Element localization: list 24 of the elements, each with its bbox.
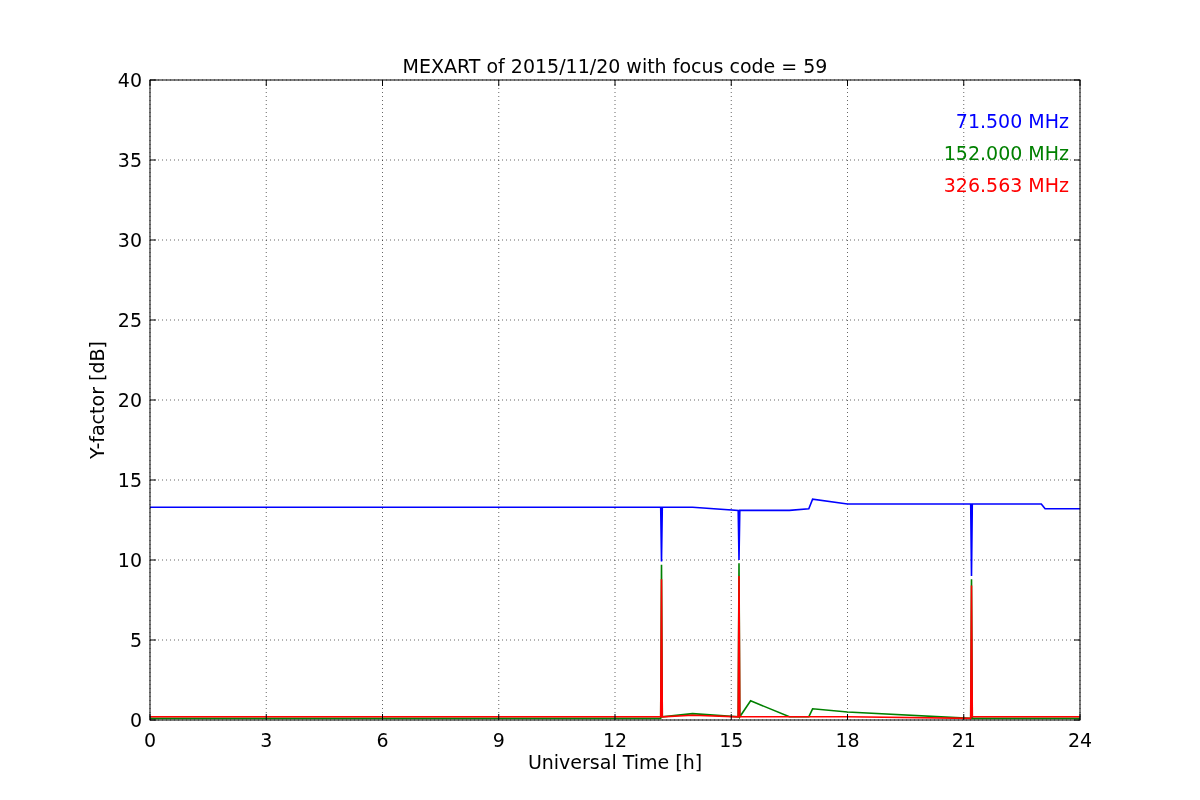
x-tick-label: 24 <box>1067 729 1093 751</box>
y-tick-label: 20 <box>117 389 142 411</box>
legend-label: 71.500 MHz <box>955 110 1069 132</box>
x-tick-label: 18 <box>835 729 860 751</box>
x-tick-label: 3 <box>260 729 273 751</box>
x-tick-label: 15 <box>719 729 744 751</box>
x-tick-label: 0 <box>143 729 157 751</box>
legend-label: 152.000 MHz <box>943 142 1069 164</box>
y-tick-label: 40 <box>117 69 142 91</box>
x-axis-label: Universal Time [h] <box>527 751 703 773</box>
legend-label: 326.563 MHz <box>943 174 1069 196</box>
x-tick-label: 6 <box>376 729 389 751</box>
x-tick-label: 9 <box>492 729 505 751</box>
y-tick-label: 30 <box>117 229 142 251</box>
y-tick-label: 25 <box>117 309 142 331</box>
x-tick-label: 21 <box>951 729 976 751</box>
y-tick-label: 0 <box>129 709 142 731</box>
chart-title: MEXART of 2015/11/20 with focus code = 59 <box>402 55 828 77</box>
x-tick-label: 12 <box>602 729 628 751</box>
y-tick-label: 10 <box>117 549 142 571</box>
y-tick-label: 5 <box>129 629 142 651</box>
y-axis-label: Y-factor [dB] <box>86 341 108 459</box>
y-tick-label: 15 <box>117 469 142 491</box>
y-tick-label: 35 <box>117 149 142 171</box>
